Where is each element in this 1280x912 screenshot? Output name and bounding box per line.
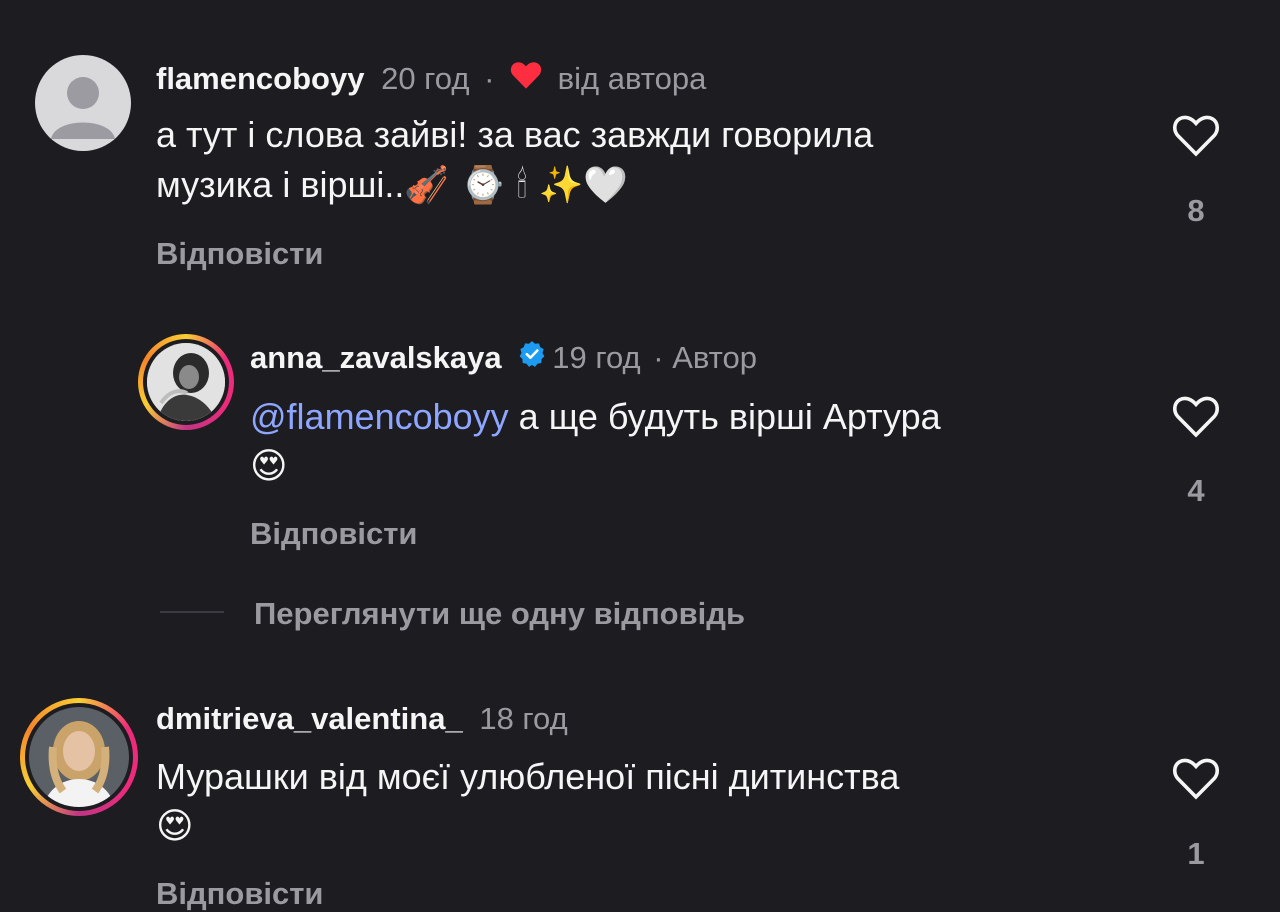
avatar-story-ring[interactable]	[138, 334, 234, 430]
comment-text: @flamencoboyy а ще будуть вірші Артура 😍	[250, 392, 941, 492]
comment-text-line1: Мурашки від моєї улюбленої пісні дитинст…	[156, 756, 900, 797]
default-user-icon	[51, 77, 115, 139]
comment-text-body: а ще будуть вірші Артура	[508, 396, 941, 437]
replies-divider-line	[160, 611, 224, 613]
portrait-image	[29, 707, 129, 807]
avatar-inner	[143, 339, 229, 425]
comment-text-line2: музика і вірші..🎻 ⌚ 🕯 ✨🤍	[156, 160, 873, 211]
separator: ·	[484, 61, 495, 97]
like-button[interactable]	[1171, 113, 1221, 157]
username[interactable]: anna_zavalskaya	[250, 340, 502, 375]
heart-eyes-emoji: 😍	[156, 806, 194, 847]
comment-time: 18 год	[479, 701, 568, 736]
reply-button[interactable]: Відповісти	[156, 876, 324, 912]
portrait-image	[147, 343, 225, 421]
like-button[interactable]	[1171, 756, 1221, 800]
heart-eyes-emoji: 😍	[250, 446, 288, 487]
avatar-story-ring[interactable]	[20, 698, 138, 816]
author-label: Автор	[672, 340, 758, 376]
like-count: 4	[1187, 473, 1205, 508]
comment-text: Мурашки від моєї улюбленої пісні дитинст…	[156, 752, 899, 852]
avatar-default[interactable]	[35, 55, 131, 151]
avatar-photo	[147, 343, 225, 421]
like-count: 1	[1187, 836, 1205, 871]
heart-outline-icon	[1173, 115, 1219, 157]
verified-badge-icon	[518, 340, 546, 376]
comment-text-line1: а тут і слова зайві! за вас завжди говор…	[156, 114, 874, 155]
username[interactable]: dmitrieva_valentina_	[156, 701, 463, 736]
avatar-photo	[29, 707, 129, 807]
comment-text-line2-text: музика і вірші..	[156, 164, 405, 205]
mention-link[interactable]: @flamencoboyy	[250, 396, 509, 437]
comment-time: 20 год	[381, 61, 470, 97]
reply-button[interactable]: Відповісти	[250, 516, 418, 552]
heart-outline-icon	[1173, 758, 1219, 800]
comment-emojis: 🎻 ⌚ 🕯 ✨🤍	[404, 165, 629, 206]
comment-text-line1: @flamencoboyy а ще будуть вірші Артура	[250, 392, 941, 442]
username[interactable]: flamencoboyy	[156, 61, 364, 96]
view-more-replies-button[interactable]: Переглянути ще одну відповідь	[254, 596, 745, 632]
liked-by-author-label: від автора	[557, 61, 707, 97]
reply-button[interactable]: Відповісти	[156, 236, 324, 272]
like-button[interactable]	[1171, 394, 1221, 438]
heart-outline-icon	[1173, 396, 1219, 438]
like-count: 8	[1187, 193, 1205, 228]
heart-icon	[509, 60, 543, 98]
comment-time: 19 год	[552, 340, 641, 376]
comment-text: а тут і слова зайві! за вас завжди говор…	[156, 110, 873, 211]
avatar-inner	[25, 703, 133, 811]
separator: ·	[653, 340, 664, 376]
